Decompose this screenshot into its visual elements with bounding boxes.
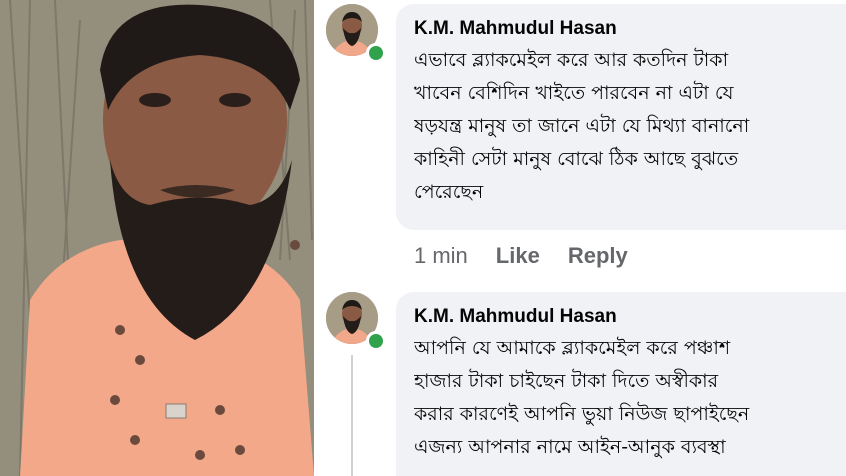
profile-photo — [0, 0, 314, 476]
comment-line: পেরেছেন — [414, 181, 484, 203]
comment-timestamp[interactable]: 1 min — [414, 243, 468, 269]
comment-line: এভাবে ব্ল্যাকমেইল করে আর কতদিন টাকা — [414, 49, 729, 71]
like-button[interactable]: Like — [496, 243, 540, 269]
comment-line: করার কারণেই আপনি ভুয়া নিউজ ছাপাইছেন — [414, 403, 750, 425]
online-status-dot — [366, 331, 386, 351]
reply-button[interactable]: Reply — [568, 243, 628, 269]
comment-line: এজন্য আপনার নামে আইন-আনুক ব্যবস্থা — [414, 436, 726, 458]
comment-bubble[interactable]: K.M. Mahmudul Hasan আপনি যে আমাকে ব্ল্যা… — [396, 292, 846, 476]
comment-bubble[interactable]: K.M. Mahmudul Hasan এভাবে ব্ল্যাকমেইল কর… — [396, 4, 846, 230]
comment-text: আপনি যে আমাকে ব্ল্যাকমেইল করে পঞ্চাশ হাজ… — [414, 332, 846, 464]
comment-line: খাবেন বেশিদিন খাইতে পারবেন না এটা যে — [414, 82, 734, 104]
comment-line: কাহিনী সেটা মানুষ বোঝে ঠিক আছে বুঝতে — [414, 148, 739, 170]
comment-line: আপনি যে আমাকে ব্ল্যাকমেইল করে পঞ্চাশ — [414, 337, 731, 359]
thread-line — [351, 355, 353, 476]
comment-thread: K.M. Mahmudul Hasan এভাবে ব্ল্যাকমেইল কর… — [318, 0, 846, 476]
comment-line: হাজার টাকা চাইছেন টাকা দিতে অস্বীকার — [414, 370, 719, 392]
comment-author[interactable]: K.M. Mahmudul Hasan — [414, 16, 846, 42]
comment-actions: 1 min Like Reply — [414, 240, 628, 272]
online-status-dot — [366, 43, 386, 63]
comment-line: ষড়যন্ত্র মানুষ তা জানে এটা যে মিথ্যা বা… — [414, 115, 750, 137]
comment-text: এভাবে ব্ল্যাকমেইল করে আর কতদিন টাকা খাবে… — [414, 44, 846, 209]
comment-author[interactable]: K.M. Mahmudul Hasan — [414, 304, 846, 330]
